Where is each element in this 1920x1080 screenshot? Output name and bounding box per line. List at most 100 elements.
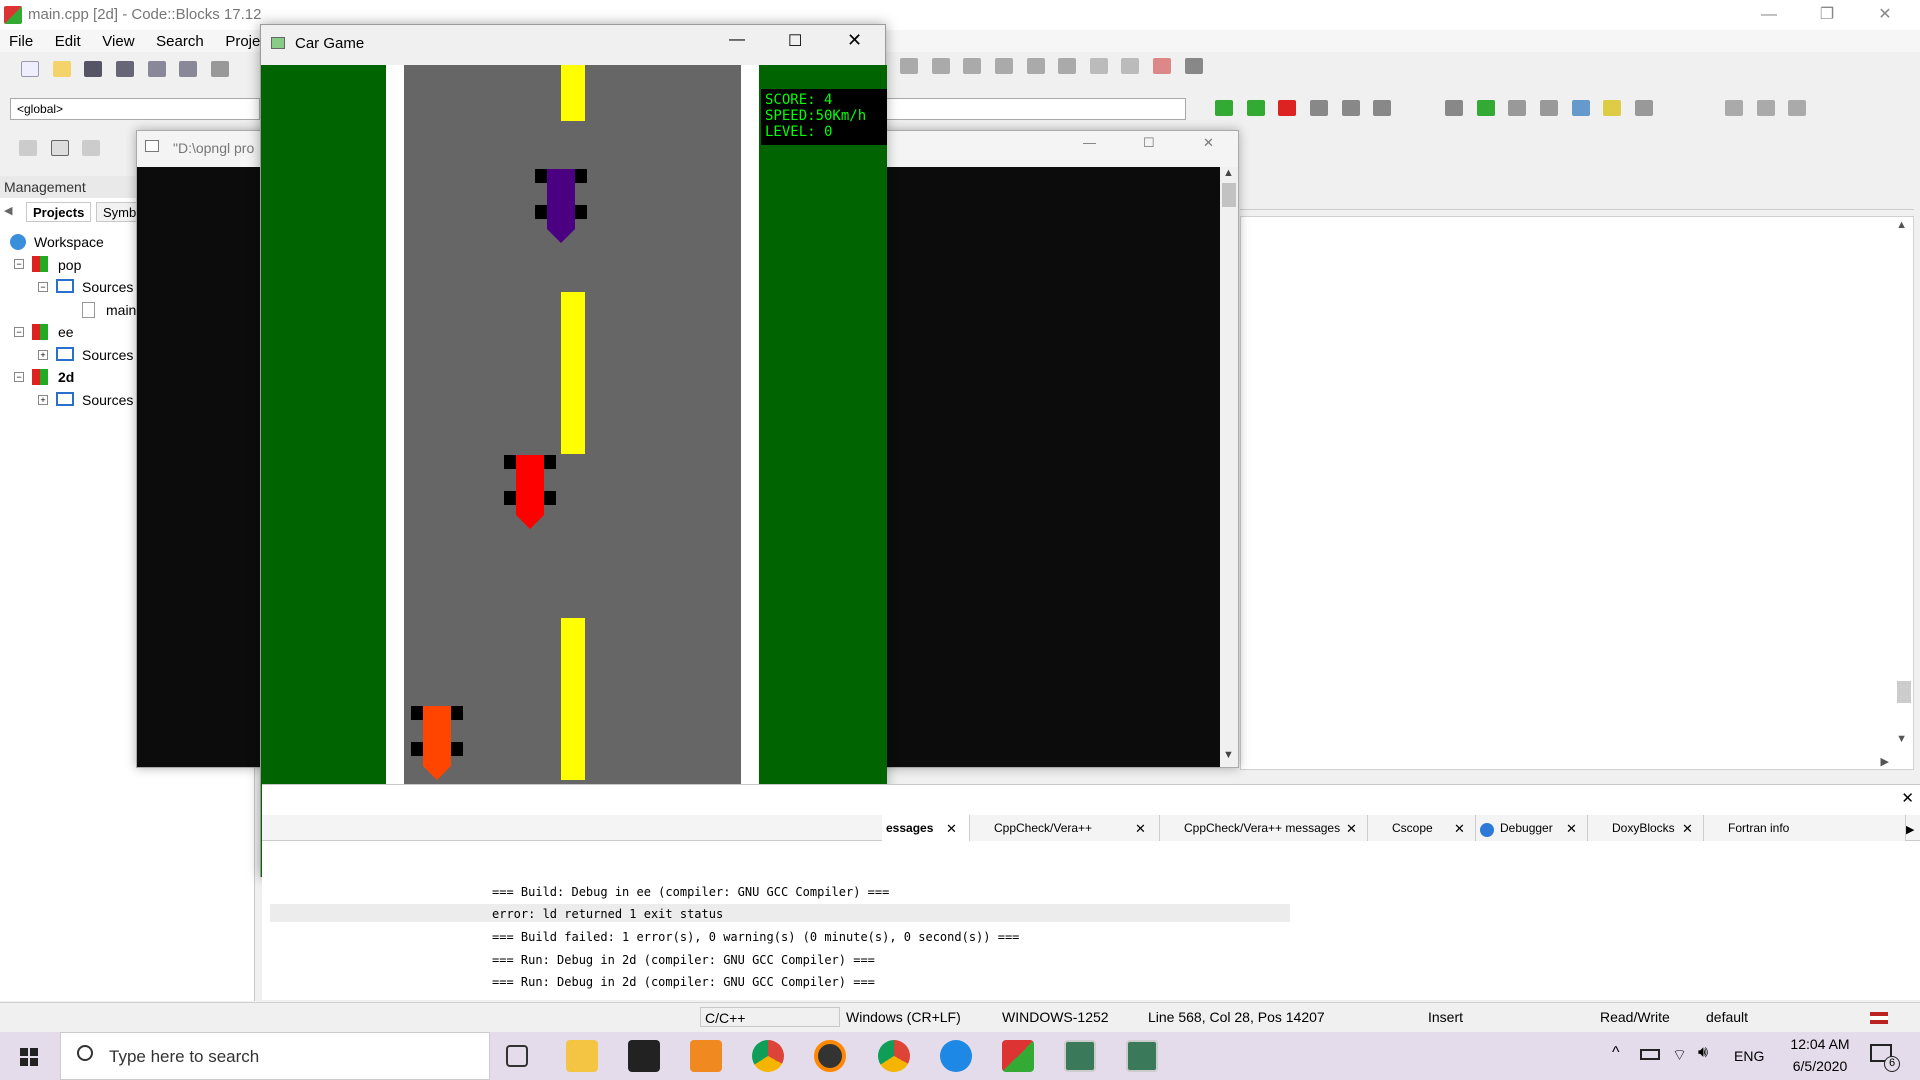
collapse-icon[interactable]: − <box>14 372 24 382</box>
pause-icon[interactable] <box>1089 58 1108 74</box>
doxy-extract-icon[interactable] <box>1476 100 1495 116</box>
bookmark-next-icon[interactable] <box>1341 100 1360 116</box>
media-player-icon[interactable] <box>814 1040 846 1072</box>
debug-next-icon[interactable] <box>931 58 950 74</box>
battery-icon[interactable] <box>1640 1049 1660 1060</box>
windows-start-icon[interactable] <box>20 1048 38 1066</box>
codeblocks-taskbar-icon[interactable] <box>1002 1040 1034 1072</box>
logs-close-button[interactable]: ✕ <box>1901 789 1914 807</box>
bookmark-prev-icon[interactable] <box>1309 100 1328 116</box>
info-icon[interactable] <box>1184 58 1203 74</box>
back-arrow-icon[interactable] <box>1215 100 1233 116</box>
rect-tool-icon[interactable] <box>50 140 69 156</box>
tree-item-pop[interactable]: pop <box>58 257 81 273</box>
tab-close-icon[interactable]: ✕ <box>1454 821 1465 837</box>
chrome-icon[interactable] <box>752 1040 784 1072</box>
tree-item-main[interactable]: main <box>106 302 136 318</box>
chm-icon[interactable] <box>1603 100 1622 116</box>
task-view-icon[interactable] <box>506 1045 528 1067</box>
edge-icon[interactable] <box>940 1040 972 1072</box>
console-minimize-button[interactable]: — <box>1083 135 1096 150</box>
collapse-icon[interactable]: − <box>38 282 48 292</box>
game-maximize-button[interactable]: ☐ <box>788 31 802 51</box>
tab-cppcheck-messages[interactable]: CppCheck/Vera++ messages <box>1160 815 1368 841</box>
tab-close-icon[interactable]: ✕ <box>1135 821 1146 837</box>
bookmark-clear-icon[interactable] <box>1373 100 1392 116</box>
cut-icon[interactable] <box>210 61 229 77</box>
scrollbar-thumb[interactable] <box>1897 681 1911 703</box>
wrench-icon[interactable] <box>1634 100 1653 116</box>
tab-projects[interactable]: Projects <box>26 202 92 222</box>
restore-button[interactable]: ❐ <box>1798 0 1856 30</box>
input-language[interactable]: ENG <box>1734 1048 1764 1064</box>
menu-view[interactable]: View <box>93 30 143 50</box>
stop-icon[interactable] <box>1121 58 1140 74</box>
scroll-up-icon[interactable]: ▲ <box>1223 167 1234 179</box>
collapse-icon[interactable]: − <box>14 259 24 269</box>
chrome-profile-icon[interactable] <box>878 1040 910 1072</box>
file-explorer-icon[interactable] <box>566 1040 598 1072</box>
expand-icon[interactable]: + <box>38 395 48 405</box>
log-line[interactable]: === Run: Debug in 2d (compiler: GNU GCC … <box>492 953 875 967</box>
save-icon[interactable] <box>84 61 103 77</box>
tab-fortran-info[interactable]: Fortran info <box>1704 815 1906 841</box>
debug-windows-icon[interactable] <box>1153 58 1171 74</box>
log-line[interactable]: error: ld returned 1 exit status <box>492 907 723 921</box>
html-icon[interactable] <box>1571 100 1590 116</box>
console-taskbar-icon[interactable] <box>1064 1040 1096 1072</box>
tab-close-icon[interactable]: ✕ <box>1346 821 1357 837</box>
tree-item-sources[interactable]: Sources <box>82 279 133 295</box>
console-close-button[interactable]: ✕ <box>1203 135 1214 151</box>
tab-close-icon[interactable]: ✕ <box>1566 821 1577 837</box>
expand-icon[interactable]: + <box>38 350 48 360</box>
debug-run-to-icon[interactable] <box>1026 58 1045 74</box>
debug-step-into-icon[interactable] <box>963 58 982 74</box>
log-line[interactable]: === Build failed: 1 error(s), 0 warning(… <box>492 930 1019 944</box>
doxywizard-icon[interactable] <box>1445 100 1463 116</box>
scrollbar-thumb[interactable] <box>1222 183 1236 207</box>
open-folder-icon[interactable] <box>52 61 71 77</box>
menu-edit[interactable]: Edit <box>46 30 90 50</box>
game-minimize-button[interactable]: — <box>729 31 745 49</box>
tray-chevron-icon[interactable]: ^ <box>1612 1044 1620 1062</box>
tabs-scroll-left[interactable]: ◀ <box>4 204 12 217</box>
tab-scroll-right-icon[interactable]: ▶ <box>1906 823 1914 836</box>
redo-icon[interactable] <box>179 61 198 77</box>
symbol-combo[interactable] <box>886 98 1186 120</box>
menu-file[interactable]: File <box>0 30 42 50</box>
menu-search[interactable]: Search <box>147 30 213 50</box>
tree-item-2d[interactable]: 2d <box>58 369 74 385</box>
jump-forward-icon[interactable] <box>1788 100 1807 116</box>
scope-combo[interactable]: <global> <box>10 98 260 120</box>
console-maximize-button[interactable]: ☐ <box>1143 135 1155 151</box>
wifi-icon[interactable]: ⌔ <box>1672 1045 1687 1065</box>
log-line[interactable]: === Build: Debug in ee (compiler: GNU GC… <box>492 885 889 899</box>
scroll-down-icon[interactable]: ▼ <box>1896 733 1907 745</box>
block-comment-icon[interactable] <box>1508 100 1527 116</box>
close-button[interactable]: ✕ <box>1856 0 1914 30</box>
jump-back-icon[interactable] <box>1725 100 1743 116</box>
tab-cppcheck[interactable]: CppCheck/Vera++ <box>970 815 1160 841</box>
clock-date[interactable]: 6/5/2020 <box>1780 1058 1860 1074</box>
scroll-right-icon[interactable]: ▶ <box>1881 755 1889 768</box>
tab-close-icon[interactable]: ✕ <box>946 821 957 837</box>
log-line[interactable]: === Run: Debug in 2d (compiler: GNU GCC … <box>492 975 875 989</box>
volume-icon[interactable]: 🔊︎ <box>1698 1044 1708 1062</box>
game-close-button[interactable]: ✕ <box>847 30 862 51</box>
editor-area[interactable]: ▲ ▼ ▶ <box>1240 216 1914 770</box>
store-icon[interactable] <box>628 1040 660 1072</box>
debug-step-out-icon[interactable] <box>994 58 1013 74</box>
debug-next-instr-icon[interactable] <box>1058 58 1077 74</box>
tree-item-sources[interactable]: Sources <box>82 392 133 408</box>
scroll-down-icon[interactable]: ▼ <box>1223 749 1234 761</box>
save-all-icon[interactable] <box>115 61 134 77</box>
bookmark-flag-icon[interactable] <box>1278 100 1297 116</box>
collapse-icon[interactable]: − <box>14 327 24 337</box>
console-scrollbar[interactable]: ▲ ▼ <box>1220 167 1238 767</box>
tree-item-workspace[interactable]: Workspace <box>34 234 104 250</box>
forward-arrow-icon[interactable] <box>1246 100 1265 116</box>
game-canvas[interactable]: SCORE: 4 SPEED:50Km/h LEVEL: 0 <box>261 65 887 877</box>
clock-time[interactable]: 12:04 AM <box>1780 1036 1860 1052</box>
sublime-icon[interactable] <box>690 1040 722 1072</box>
tree-item-sources[interactable]: Sources <box>82 347 133 363</box>
